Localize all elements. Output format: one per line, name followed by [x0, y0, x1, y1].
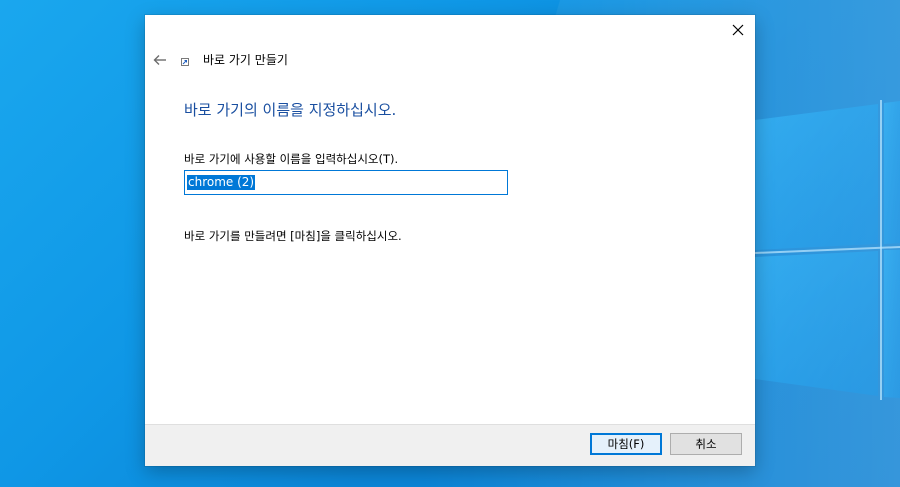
- shortcut-name-input[interactable]: chrome (2): [184, 170, 508, 195]
- back-arrow-icon: [153, 55, 166, 65]
- cancel-button[interactable]: 취소: [670, 433, 742, 455]
- page-heading: 바로 가기의 이름을 지정하십시오.: [184, 101, 397, 119]
- close-button[interactable]: [721, 15, 755, 45]
- shortcut-icon: [181, 58, 189, 66]
- back-button[interactable]: [151, 51, 169, 69]
- shortcut-name-label: 바로 가기에 사용할 이름을 입력하십시오(T).: [184, 152, 399, 166]
- close-icon: [732, 24, 744, 36]
- window-title: 바로 가기 만들기: [203, 53, 288, 67]
- desktop-background: 바로 가기 만들기 바로 가기의 이름을 지정하십시오. 바로 가기에 사용할 …: [0, 0, 900, 487]
- dialog-footer: 마침(F) 취소: [145, 424, 755, 466]
- create-shortcut-dialog: 바로 가기 만들기 바로 가기의 이름을 지정하십시오. 바로 가기에 사용할 …: [145, 15, 755, 466]
- finish-instruction: 바로 가기를 만들려면 [마침]을 클릭하십시오.: [184, 229, 402, 243]
- shortcut-name-value: chrome (2): [187, 175, 256, 190]
- finish-button[interactable]: 마침(F): [590, 433, 662, 455]
